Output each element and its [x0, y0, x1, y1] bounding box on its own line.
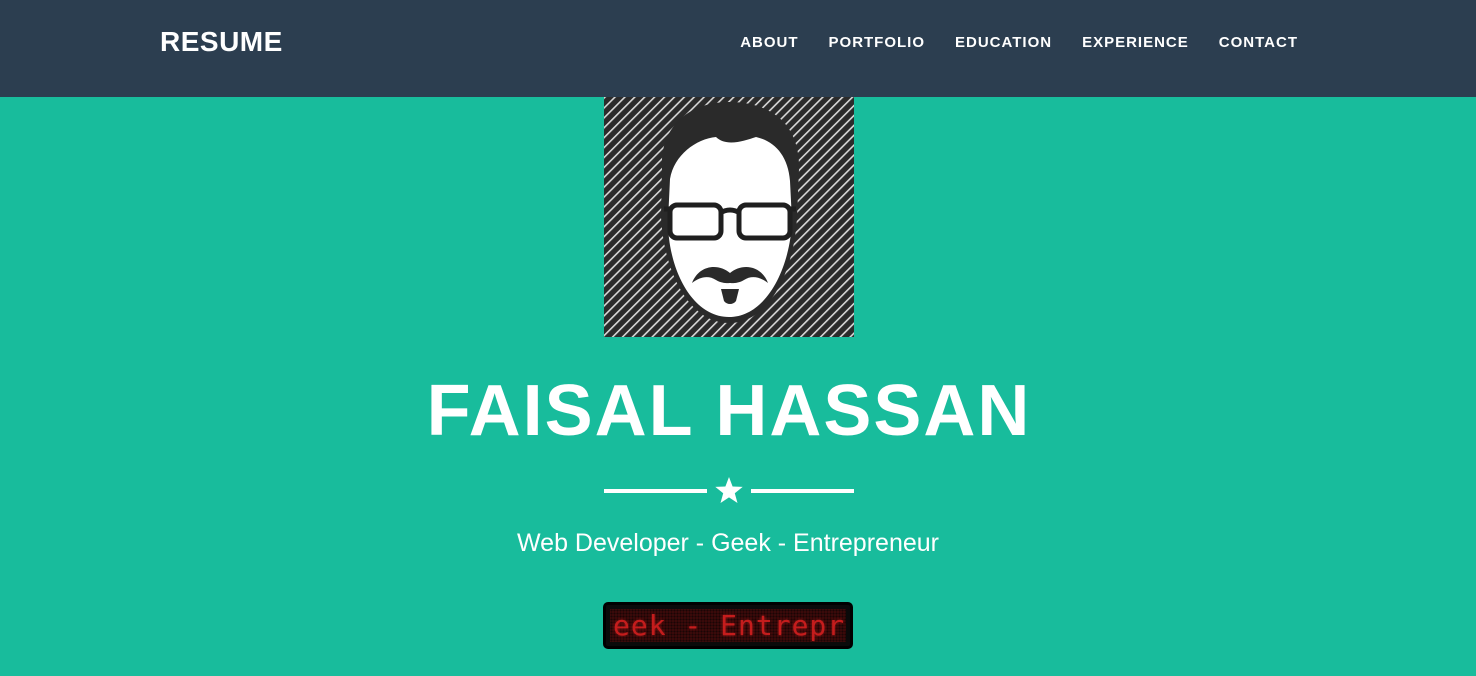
- brand-link[interactable]: RESUME: [160, 24, 283, 60]
- nav-link-portfolio[interactable]: PORTFOLIO: [829, 33, 926, 53]
- star-divider: [604, 477, 854, 503]
- nav-link-experience[interactable]: EXPERIENCE: [1082, 33, 1189, 53]
- avatar: [604, 97, 854, 337]
- nav-menu: ABOUT PORTFOLIO EDUCATION EXPERIENCE CON…: [740, 33, 1298, 53]
- nav-link-about[interactable]: ABOUT: [740, 33, 798, 53]
- led-marquee: eek - Entrepre: [603, 602, 853, 649]
- profile-tagline: Web Developer - Geek - Entrepreneur: [517, 529, 939, 557]
- navbar: RESUME ABOUT PORTFOLIO EDUCATION EXPERIE…: [0, 0, 1476, 97]
- nav-link-contact[interactable]: CONTACT: [1219, 33, 1298, 53]
- led-display: eek - Entrepre: [610, 609, 846, 642]
- profile-name: FAISAL HASSAN: [426, 371, 1032, 451]
- star-icon: [715, 477, 743, 503]
- led-marquee-text: eek - Entrepre: [613, 609, 846, 642]
- nav-link-education[interactable]: EDUCATION: [955, 33, 1052, 53]
